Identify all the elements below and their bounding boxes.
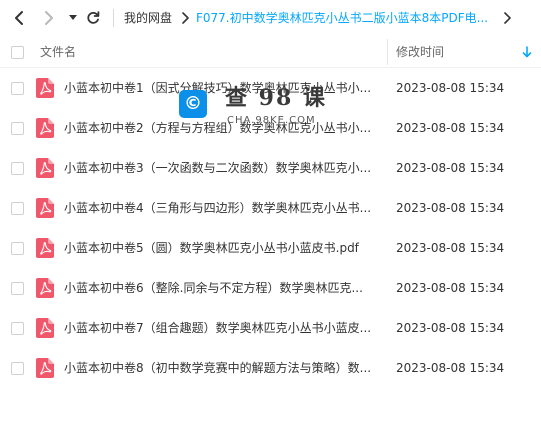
file-name[interactable]: 小蓝本初中卷6（整除.同余与不定方程）数学奥林匹克... bbox=[64, 280, 372, 296]
file-name[interactable]: 小蓝本初中卷3（一次函数与二次函数）数学奥林匹克小... bbox=[64, 160, 372, 176]
pdf-file-icon bbox=[36, 158, 54, 178]
file-row[interactable]: 小蓝本初中卷5（圆）数学奥林匹克小丛书小蓝皮书.pdf 2023-08-08 1… bbox=[0, 228, 541, 268]
column-header-modified[interactable]: 修改时间 bbox=[396, 44, 444, 60]
file-row[interactable]: 小蓝本初中卷4（三角形与四边形）数学奥林匹克小丛书... 2023-08-08 … bbox=[0, 188, 541, 228]
caret-down-icon bbox=[69, 15, 77, 20]
pdf-file-icon bbox=[36, 318, 54, 338]
row-checkbox[interactable] bbox=[11, 362, 24, 375]
sort-arrow-icon[interactable] bbox=[522, 46, 532, 58]
file-list: 小蓝本初中卷1（因式分解技巧）数学奥林匹克小丛书小... 2023-08-08 … bbox=[0, 68, 541, 388]
row-checkbox[interactable] bbox=[11, 162, 24, 175]
file-modified-time: 2023-08-08 15:34 bbox=[396, 361, 505, 375]
file-name[interactable]: 小蓝本初中卷4（三角形与四边形）数学奥林匹克小丛书... bbox=[64, 200, 372, 216]
file-name[interactable]: 小蓝本初中卷8（初中数学竞赛中的解题方法与策略）数... bbox=[64, 360, 372, 376]
chevron-right-icon bbox=[45, 11, 53, 25]
file-modified-time: 2023-08-08 15:34 bbox=[396, 321, 505, 335]
pdf-file-icon bbox=[36, 78, 54, 98]
row-checkbox[interactable] bbox=[11, 242, 24, 255]
chevron-left-icon bbox=[15, 11, 23, 25]
file-row[interactable]: 小蓝本初中卷3（一次函数与二次函数）数学奥林匹克小... 2023-08-08 … bbox=[0, 148, 541, 188]
row-checkbox[interactable] bbox=[11, 202, 24, 215]
file-row[interactable]: 小蓝本初中卷8（初中数学竞赛中的解题方法与策略）数... 2023-08-08 … bbox=[0, 348, 541, 388]
history-dropdown-button[interactable] bbox=[66, 8, 80, 28]
pdf-file-icon bbox=[36, 358, 54, 378]
forward-button[interactable] bbox=[40, 8, 58, 28]
back-button[interactable] bbox=[10, 8, 28, 28]
file-modified-time: 2023-08-08 15:34 bbox=[396, 161, 505, 175]
refresh-icon bbox=[87, 11, 100, 24]
breadcrumb-separator-icon bbox=[504, 12, 511, 24]
file-name[interactable]: 小蓝本初中卷1（因式分解技巧）数学奥林匹克小丛书小... bbox=[64, 80, 372, 96]
file-modified-time: 2023-08-08 15:34 bbox=[396, 81, 505, 95]
refresh-button[interactable] bbox=[84, 8, 102, 28]
file-modified-time: 2023-08-08 15:34 bbox=[396, 201, 505, 215]
file-modified-time: 2023-08-08 15:34 bbox=[396, 281, 505, 295]
column-header-name[interactable]: 文件名 bbox=[40, 44, 76, 60]
file-name[interactable]: 小蓝本初中卷2（方程与方程组）数学奥林匹克小丛书小... bbox=[64, 120, 372, 136]
file-name[interactable]: 小蓝本初中卷7（组合趣题）数学奥林匹克小丛书小蓝皮... bbox=[64, 320, 372, 336]
breadcrumb-current[interactable]: F077.初中数学奥林匹克小丛书二版小蓝本8本PDF电... bbox=[196, 9, 496, 27]
breadcrumb-root[interactable]: 我的网盘 bbox=[124, 9, 172, 27]
file-row[interactable]: 小蓝本初中卷1（因式分解技巧）数学奥林匹克小丛书小... 2023-08-08 … bbox=[0, 68, 541, 108]
row-checkbox[interactable] bbox=[11, 322, 24, 335]
file-row[interactable]: 小蓝本初中卷2（方程与方程组）数学奥林匹克小丛书小... 2023-08-08 … bbox=[0, 108, 541, 148]
row-checkbox[interactable] bbox=[11, 82, 24, 95]
pdf-file-icon bbox=[36, 238, 54, 258]
navigation-bar: 我的网盘 F077.初中数学奥林匹克小丛书二版小蓝本8本PDF电... bbox=[0, 0, 541, 36]
row-checkbox[interactable] bbox=[11, 122, 24, 135]
file-row[interactable]: 小蓝本初中卷6（整除.同余与不定方程）数学奥林匹克... 2023-08-08 … bbox=[0, 268, 541, 308]
column-divider[interactable] bbox=[387, 39, 388, 65]
select-all-checkbox[interactable] bbox=[11, 46, 24, 59]
file-name[interactable]: 小蓝本初中卷5（圆）数学奥林匹克小丛书小蓝皮书.pdf bbox=[64, 240, 372, 256]
file-modified-time: 2023-08-08 15:34 bbox=[396, 241, 505, 255]
pdf-file-icon bbox=[36, 118, 54, 138]
file-row[interactable]: 小蓝本初中卷7（组合趣题）数学奥林匹克小丛书小蓝皮... 2023-08-08 … bbox=[0, 308, 541, 348]
pdf-file-icon bbox=[36, 198, 54, 218]
nav-divider bbox=[113, 9, 114, 27]
row-checkbox[interactable] bbox=[11, 282, 24, 295]
pdf-file-icon bbox=[36, 278, 54, 298]
file-modified-time: 2023-08-08 15:34 bbox=[396, 121, 505, 135]
file-list-header: 文件名 修改时间 bbox=[0, 36, 541, 68]
breadcrumb-separator-icon bbox=[182, 12, 189, 24]
